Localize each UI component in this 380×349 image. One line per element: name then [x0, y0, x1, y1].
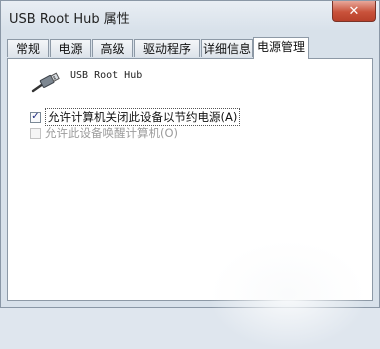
panel-highlight	[208, 239, 368, 349]
tab-details[interactable]: 详细信息	[201, 39, 253, 57]
close-button[interactable]: ✕	[332, 1, 376, 22]
window-title: USB Root Hub 属性	[9, 12, 130, 27]
usb-plug-icon	[31, 72, 60, 93]
tab-driver[interactable]: 驱动程序	[134, 39, 200, 57]
title-bar[interactable]: USB Root Hub 属性 ✕	[1, 1, 379, 31]
properties-window: USB Root Hub 属性 ✕ 常规 电源 高级 驱动程序 详细信息 电源管…	[0, 0, 380, 349]
allow-wake-checkbox	[30, 127, 41, 139]
tab-power[interactable]: 电源	[50, 39, 91, 57]
tab-general[interactable]: 常规	[7, 39, 49, 57]
allow-wake-label: 允许此设备唤醒计算机(O)	[45, 126, 179, 140]
allow-power-off-checkbox[interactable]: ✓	[30, 111, 41, 123]
close-icon: ✕	[348, 3, 360, 19]
tab-strip: 常规 电源 高级 驱动程序 详细信息 电源管理	[7, 37, 373, 59]
tab-panel-power-management: USB Root Hub ✓ 允许计算机关闭此设备以节约电源(A) 允许此设备唤…	[7, 58, 373, 349]
tab-advanced[interactable]: 高级	[92, 39, 133, 57]
device-name: USB Root Hub	[70, 70, 143, 81]
tab-power-management[interactable]: 电源管理	[253, 37, 309, 59]
allow-power-off-label[interactable]: 允许计算机关闭此设备以节约电源(A)	[45, 108, 241, 126]
allow-wake-option: 允许此设备唤醒计算机(O)	[30, 125, 178, 141]
allow-power-off-option[interactable]: ✓ 允许计算机关闭此设备以节约电源(A)	[30, 108, 241, 126]
